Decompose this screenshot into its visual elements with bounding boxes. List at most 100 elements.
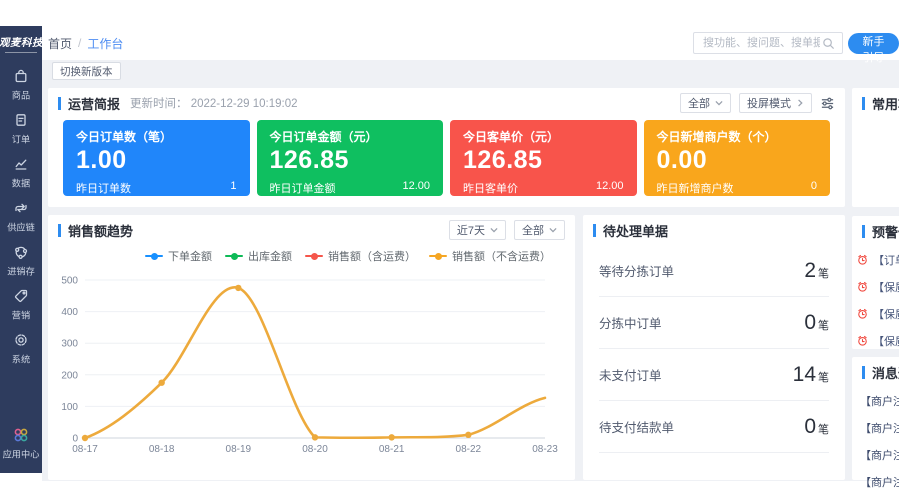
switch-version-button[interactable]: 切换新版本 [52, 62, 121, 80]
pending-label: 等待分拣订单 [599, 265, 675, 279]
sidebar-item-supply-chain[interactable]: 供应链 [0, 195, 42, 239]
notice-item[interactable]: 【商户注册】 [852, 468, 899, 495]
x-tick-label: 08-23 [532, 444, 558, 455]
sidebar-item-inventory[interactable]: 进销存 [0, 239, 42, 283]
alarm-bell-icon [858, 281, 867, 292]
sales-trend-header: 销售额趋势 近7天 全部 [48, 215, 575, 245]
card-sub-label: 昨日订单数 [76, 183, 131, 195]
stat-card-today-avg-price[interactable]: 今日客单价（元） 126.85 昨日客单价 12.00 [450, 120, 637, 196]
stat-card-today-orders[interactable]: 今日订单数（笔） 1.00 昨日订单数 1 [63, 120, 250, 196]
select-value: 全部 [522, 225, 544, 237]
message-notice-panel: 消息通知 【商户注册】 【商户注册】 【商户注册】 【商户注册】 [852, 357, 899, 489]
sidebar-menu: 商品 订单 数据 供应链 进销存 营销 系统 [0, 63, 42, 371]
alert-label: 【保质期 [873, 281, 899, 294]
notice-item[interactable]: 【商户注册】 [852, 387, 899, 414]
pending-documents-header: 待处理单据 [583, 215, 845, 245]
alert-item[interactable]: 【保质期 [852, 273, 899, 300]
card-sub-value: 1 [230, 180, 237, 192]
chevron-down-icon [490, 227, 498, 233]
button-label: 投屏模式 [747, 98, 791, 110]
dashboard-screen: 观麦科技 商品 订单 数据 供应链 进销存 营销 系统 应用中心 首页 / 工作… [0, 0, 899, 499]
alarm-bell-icon [858, 335, 867, 346]
breadcrumb-home[interactable]: 首页 [48, 35, 72, 52]
sidebar-item-label: 系统 [11, 355, 31, 366]
y-tick-label: 100 [61, 402, 78, 413]
data-point [235, 284, 242, 292]
card-title: 今日订单数（笔） [76, 130, 173, 144]
sidebar-item-system[interactable]: 系统 [0, 327, 42, 371]
pending-label: 未支付订单 [599, 369, 662, 383]
trend-line [83, 286, 547, 440]
pending-value: 2 [804, 258, 816, 282]
legend-label: 出库金额 [248, 251, 292, 263]
breadcrumb-current[interactable]: 工作台 [87, 35, 123, 52]
app-center-icon [14, 428, 28, 442]
legend-item-3[interactable]: 销售额（不含运费） [429, 248, 551, 264]
stat-card-today-order-amount[interactable]: 今日订单金额（元） 126.85 昨日订单金额 12.00 [256, 120, 443, 196]
legend-item-2[interactable]: 销售额（含运费） [305, 248, 416, 264]
alert-item[interactable]: 【保质期 [852, 327, 899, 354]
x-tick-label: 08-18 [149, 444, 175, 455]
card-sub-label: 昨日客单价 [463, 183, 518, 195]
sidebar-item-orders[interactable]: 订单 [0, 107, 42, 151]
pending-row-awaiting-sorting[interactable]: 等待分拣订单 2笔 [599, 245, 829, 297]
y-tick-label: 200 [61, 370, 78, 381]
sidebar-item-marketing[interactable]: 营销 [0, 283, 42, 327]
pending-label: 分拣中订单 [599, 317, 662, 331]
brand-logo-underline [5, 52, 37, 53]
pending-row-unpaid-settlement[interactable]: 待支付结款单 0笔 [599, 401, 829, 453]
stat-card-new-merchants[interactable]: 今日新增商户数（个） 0.00 昨日新增商户数 0 [643, 120, 830, 196]
chevron-down-icon [549, 227, 557, 233]
cast-mode-button[interactable]: 投屏模式 [739, 93, 812, 113]
pending-row-unpaid-orders[interactable]: 未支付订单 14 笔 [599, 349, 829, 401]
pending-unit: 笔 [818, 371, 829, 384]
title-accent-bar [862, 96, 865, 110]
sidebar-item-label: 数据 [11, 179, 31, 190]
panel-title: 消息通知 [872, 365, 899, 381]
notice-item[interactable]: 【商户注册】 [852, 414, 899, 441]
x-tick-label: 08-19 [226, 444, 252, 455]
pending-row-sorting[interactable]: 分拣中订单 0笔 [599, 297, 829, 349]
alert-label: 【保质期 [873, 335, 899, 348]
title-accent-bar [862, 365, 865, 379]
sidebar-item-app-center[interactable]: 应用中心 [0, 426, 42, 461]
x-tick-label: 08-22 [456, 444, 482, 455]
sidebar-item-label: 应用中心 [2, 450, 40, 461]
card-sub-value: 12.00 [595, 180, 624, 192]
tune-sliders-icon [821, 97, 834, 109]
newbie-guide-button[interactable]: 新手引导 [848, 33, 899, 64]
pending-value: 0 [804, 310, 816, 334]
card-value: 1.00 [76, 146, 127, 174]
sidebar-item-label: 订单 [11, 135, 31, 146]
x-tick-label: 08-21 [379, 444, 405, 455]
sales-trend-chart: 0 100 200 300 400 500 08-17 08-18 08-19 08-20 08-2… [61, 276, 558, 456]
card-sub-value: 12.00 [402, 180, 430, 192]
message-notice-header: 消息通知 [852, 357, 899, 387]
card-value: 0.00 [656, 146, 708, 174]
sidebar-item-data[interactable]: 数据 [0, 151, 42, 195]
select-value: 近7天 [456, 225, 485, 237]
trend-range-select[interactable]: 近7天 [448, 220, 506, 240]
search-icon[interactable] [822, 37, 835, 50]
sidebar-item-goods[interactable]: 商品 [0, 63, 42, 107]
legend-marker [305, 252, 323, 260]
legend-label: 下单金额 [168, 251, 212, 263]
pending-unit: 笔 [818, 267, 829, 280]
card-title: 今日新增商户数（个） [656, 130, 777, 144]
card-sub-label: 昨日新增商户数 [656, 183, 734, 195]
operation-brief-panel: 运营简报 更新时间： 2022-12-29 10:19:02 全部 投屏模式 今… [48, 88, 845, 207]
legend-item-1[interactable]: 出库金额 [225, 248, 292, 264]
search-input[interactable] [701, 36, 822, 50]
title-accent-bar [58, 96, 61, 110]
warning-info-panel: 预警信息 【订单】 【保质期 【保质期 【保质期 [852, 216, 899, 349]
data-point [158, 379, 165, 386]
legend-item-0[interactable]: 下单金额 [145, 248, 212, 264]
y-tick-label: 300 [61, 339, 78, 350]
notice-item[interactable]: 【商户注册】 [852, 441, 899, 468]
brief-settings-button[interactable] [820, 96, 835, 111]
trend-scope-select[interactable]: 全部 [514, 220, 565, 240]
title-accent-bar [593, 223, 596, 237]
alert-item[interactable]: 【订单】 [852, 246, 899, 273]
alert-item[interactable]: 【保质期 [852, 300, 899, 327]
brief-scope-select[interactable]: 全部 [680, 93, 731, 113]
